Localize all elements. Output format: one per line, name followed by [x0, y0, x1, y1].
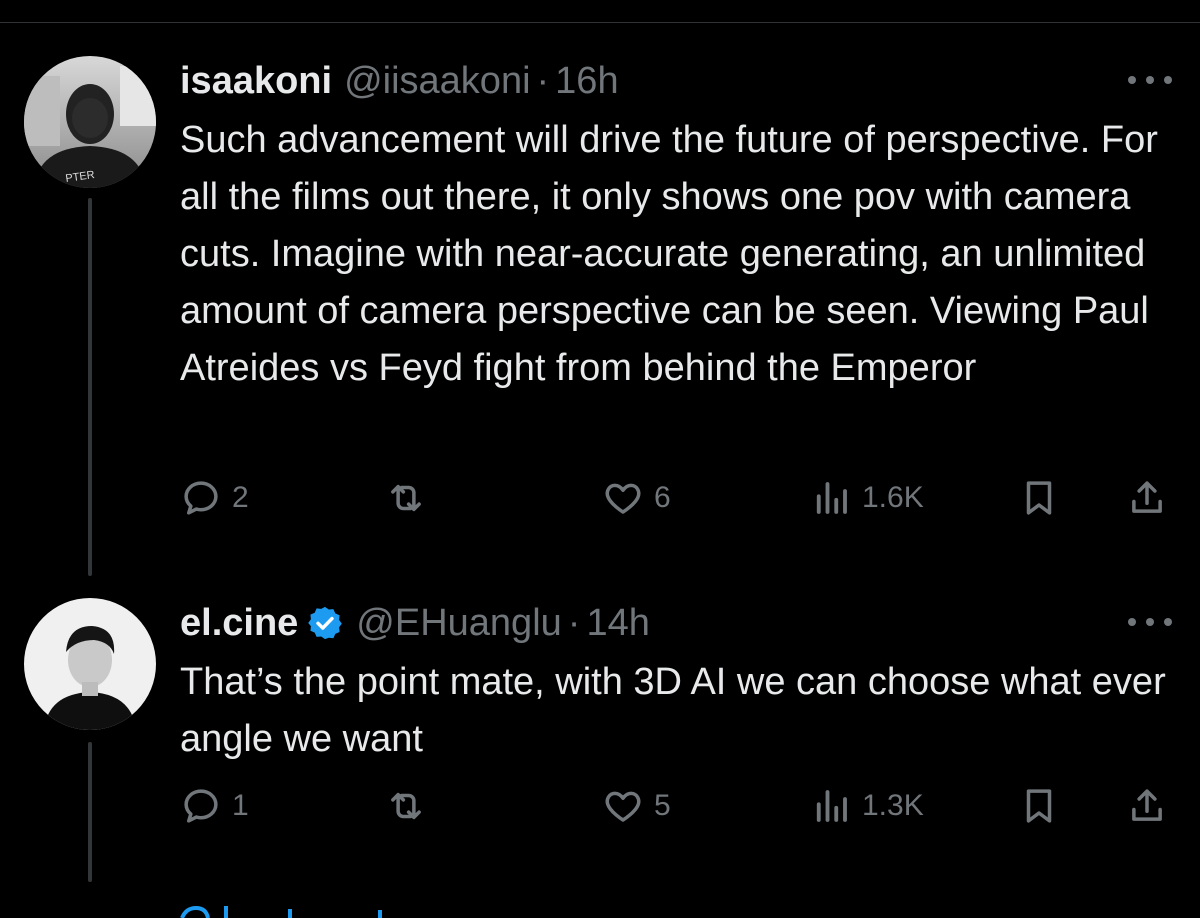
reply-count: 2 — [232, 481, 249, 514]
separator-dot: · — [567, 601, 581, 644]
timestamp[interactable]: 14h — [586, 602, 649, 645]
tweet-actions: 1 5 1.3K — [180, 784, 1170, 828]
views-icon — [816, 790, 847, 822]
tweet-actions: 2 6 1.6K — [180, 476, 1170, 520]
views-icon — [816, 482, 847, 514]
share-button[interactable] — [1126, 476, 1168, 520]
bookmark-icon — [1026, 789, 1052, 823]
like-count: 6 — [654, 481, 671, 514]
more-icon[interactable] — [1128, 76, 1172, 88]
bookmark-button[interactable] — [1018, 476, 1060, 520]
reply-icon — [184, 789, 218, 823]
bookmark-icon — [1026, 481, 1052, 515]
display-name[interactable]: isaakoni — [180, 60, 332, 103]
more-icon[interactable] — [1128, 618, 1172, 630]
timestamp[interactable]: 16h — [555, 60, 618, 103]
separator-dot: · — [536, 59, 550, 102]
tweet-elcine[interactable]: el.cine @EHuanglu · 14h That’s the point… — [0, 570, 1200, 900]
views-button[interactable]: 1.3K — [810, 784, 924, 828]
tweet-text: Such advancement will drive the future o… — [180, 119, 1158, 389]
avatar-elcine[interactable] — [24, 598, 156, 730]
retweet-button[interactable] — [385, 476, 427, 520]
avatar-isaakoni[interactable]: PTER — [24, 56, 156, 188]
tweet-header: isaakoni @iisaakoni · 16h — [180, 56, 619, 106]
like-icon — [605, 791, 641, 822]
share-icon — [1132, 789, 1162, 821]
verified-badge-icon — [308, 606, 343, 640]
reply-count: 1 — [232, 789, 249, 822]
tweet-isaakoni[interactable]: PTER isaakoni @iisaakoni · 16h Such adva… — [0, 28, 1200, 576]
retweet-icon — [391, 792, 421, 820]
like-button[interactable]: 5 — [602, 784, 671, 828]
like-icon — [605, 483, 641, 514]
tweet-header: el.cine @EHuanglu · 14h — [180, 598, 650, 648]
thread-line — [88, 198, 92, 576]
views-count: 1.3K — [862, 789, 924, 822]
reply-icon — [184, 481, 218, 515]
user-handle[interactable]: @iisaakoni — [344, 60, 530, 103]
like-button[interactable]: 6 — [602, 476, 671, 520]
show-replies-link-peek[interactable] — [180, 900, 420, 918]
thread-line — [88, 742, 92, 882]
share-icon — [1132, 481, 1162, 513]
top-divider — [0, 0, 1200, 23]
tweet-text: That’s the point mate, with 3D AI we can… — [180, 661, 1166, 760]
display-name[interactable]: el.cine — [180, 602, 298, 645]
like-count: 5 — [654, 789, 671, 822]
user-handle[interactable]: @EHuanglu — [356, 602, 561, 645]
retweet-button[interactable] — [385, 784, 427, 828]
share-button[interactable] — [1126, 784, 1168, 828]
reply-button[interactable]: 1 — [180, 784, 249, 828]
bookmark-button[interactable] — [1018, 784, 1060, 828]
retweet-icon — [391, 484, 421, 512]
views-count: 1.6K — [862, 481, 924, 514]
reply-button[interactable]: 2 — [180, 476, 249, 520]
views-button[interactable]: 1.6K — [810, 476, 924, 520]
